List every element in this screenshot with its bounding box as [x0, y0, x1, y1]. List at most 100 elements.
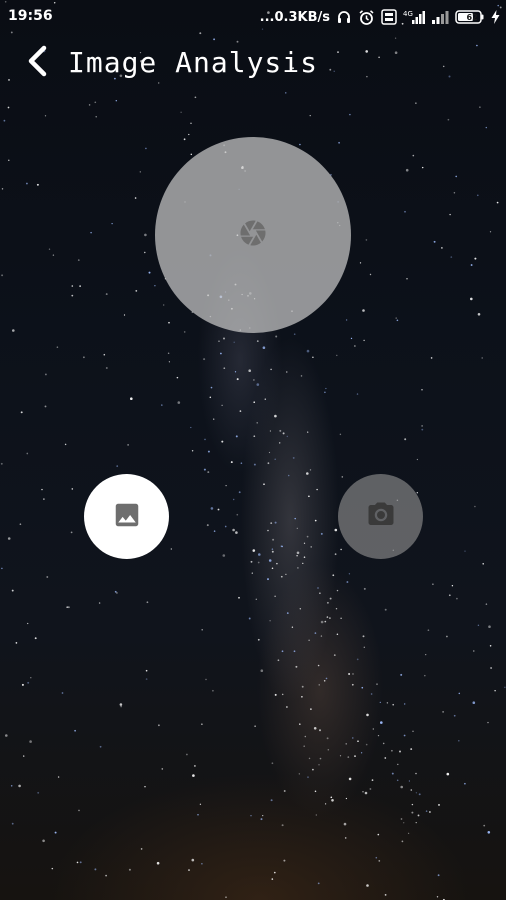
star [298, 773, 300, 775]
star [267, 529, 269, 532]
star [302, 562, 304, 565]
star [323, 680, 326, 682]
star [399, 750, 401, 753]
star [404, 703, 406, 705]
star [352, 673, 354, 675]
star [447, 118, 450, 121]
star [421, 428, 424, 431]
star [482, 563, 484, 565]
star [334, 528, 338, 532]
star [421, 425, 423, 427]
star [270, 799, 273, 802]
battery-icon: 62 [455, 9, 485, 25]
star [280, 575, 283, 578]
star [213, 418, 215, 420]
star [316, 488, 318, 491]
star [256, 422, 258, 424]
star [1, 188, 4, 190]
star [57, 776, 60, 778]
star [20, 411, 23, 414]
star [170, 548, 172, 550]
star [340, 617, 342, 619]
star [432, 583, 434, 585]
star [317, 664, 320, 667]
camera-button[interactable] [338, 474, 423, 559]
star [320, 620, 324, 624]
star [168, 321, 170, 324]
star [154, 285, 156, 287]
star [235, 435, 238, 438]
gallery-button[interactable] [84, 474, 169, 559]
star [351, 683, 354, 686]
star [303, 542, 306, 544]
star [429, 811, 431, 813]
star [392, 703, 395, 706]
star [238, 491, 241, 494]
star [260, 669, 264, 672]
star [326, 601, 329, 604]
star [470, 297, 473, 301]
star [240, 462, 243, 464]
star [437, 874, 440, 877]
star [488, 625, 491, 628]
star [103, 353, 106, 356]
star [380, 721, 383, 724]
star [206, 524, 209, 527]
star [268, 451, 271, 454]
battery-level: 62 [467, 13, 478, 22]
star [363, 646, 365, 648]
star [52, 254, 55, 256]
star [377, 833, 380, 836]
star [224, 525, 227, 528]
star [144, 786, 146, 788]
star [273, 871, 276, 874]
star [191, 858, 195, 862]
star [25, 182, 28, 185]
star [485, 603, 488, 605]
star [281, 693, 284, 696]
star [344, 837, 347, 839]
star [264, 398, 267, 400]
star [451, 585, 454, 587]
star [139, 171, 141, 173]
star [250, 815, 252, 817]
headset-icon [336, 9, 352, 25]
star [239, 410, 242, 412]
star [56, 346, 59, 348]
star [410, 748, 413, 751]
star [280, 545, 283, 548]
star [248, 617, 251, 620]
star [199, 803, 202, 805]
star [267, 462, 270, 465]
star [23, 755, 25, 757]
star [300, 375, 303, 377]
star [146, 601, 149, 604]
star [403, 734, 406, 737]
capture-button[interactable] [155, 137, 351, 333]
volte-icon [381, 9, 397, 25]
star [320, 532, 323, 535]
star [329, 597, 332, 600]
star [357, 740, 359, 743]
back-button[interactable] [20, 45, 54, 81]
star [362, 635, 365, 638]
star [277, 659, 280, 662]
star [292, 456, 295, 459]
star [401, 840, 404, 843]
star [345, 319, 348, 321]
star [210, 507, 214, 510]
star [308, 757, 311, 760]
star [46, 576, 49, 578]
star [99, 745, 102, 748]
star [324, 803, 327, 805]
star [262, 346, 266, 350]
star [329, 617, 331, 619]
star [438, 803, 440, 806]
star [263, 483, 265, 486]
star [425, 653, 427, 656]
star [190, 122, 192, 124]
star [384, 757, 387, 759]
star [194, 96, 197, 99]
star [331, 799, 334, 802]
star [282, 432, 285, 435]
